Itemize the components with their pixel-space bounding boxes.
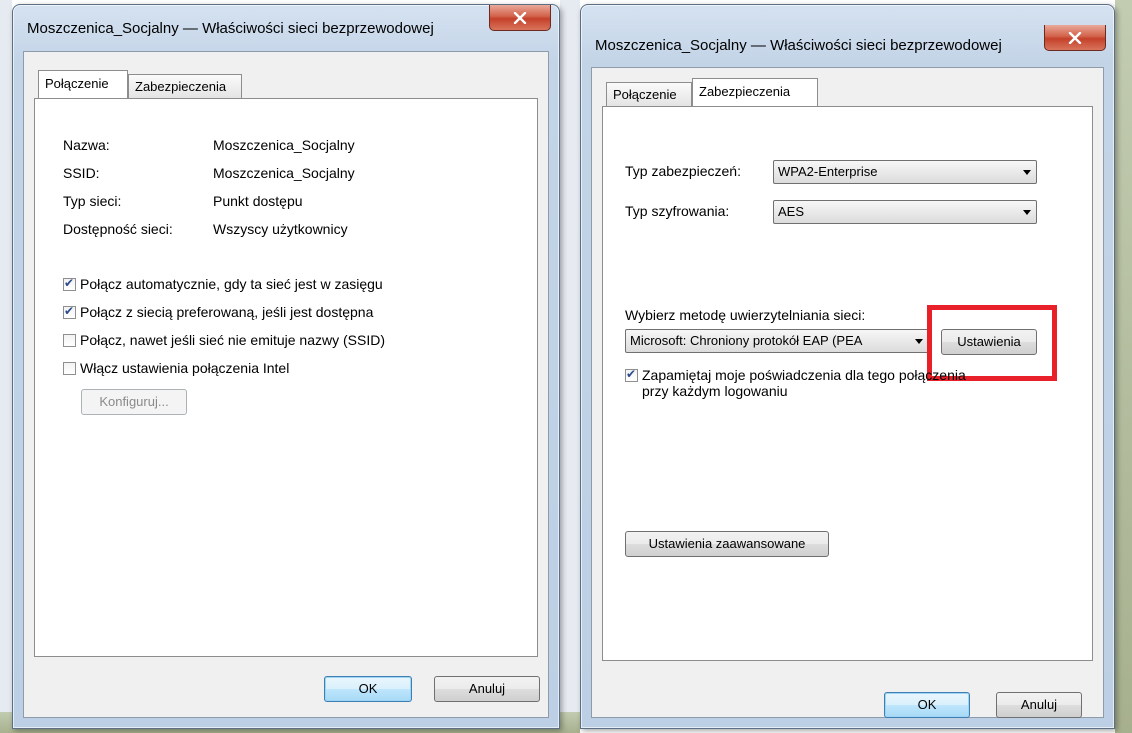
tab-panel-security: Typ zabezpieczeń: WPA2-Enterprise Typ sz… [602, 106, 1093, 661]
property-label-name: Nazwa: [63, 137, 110, 153]
configure-button[interactable]: Konfiguruj... [81, 389, 187, 415]
security-type-label: Typ zabezpieczeń: [625, 163, 741, 179]
security-type-value: WPA2-Enterprise [778, 164, 878, 179]
checkbox-label: Połącz, nawet jeśli sieć nie emituje naz… [80, 332, 386, 348]
encryption-type-dropdown[interactable]: AES [773, 200, 1037, 224]
property-value-availability: Wszyscy użytkownicy [213, 221, 348, 237]
dialog-client-area: Połączenie Zabezpieczenia Typ zabezpiecz… [591, 67, 1104, 718]
chevron-down-icon [1023, 170, 1031, 175]
property-label-availability: Dostępność sieci: [63, 221, 173, 237]
checkbox-box[interactable] [63, 361, 76, 375]
close-icon [1068, 31, 1082, 44]
property-value-name: Moszczenica_Socjalny [213, 137, 355, 153]
ok-button[interactable]: OK [324, 676, 412, 702]
checkbox-label-line1: Zapamiętaj moje poświadczenia dla tego p… [642, 367, 966, 383]
checkbox-prefer-network[interactable]: Połącz z siecią preferowaną, jeśli jest … [63, 304, 373, 320]
close-icon [513, 11, 527, 24]
background-window-left-edge [0, 0, 12, 733]
encryption-type-value: AES [778, 204, 805, 219]
checkbox-remember-credentials[interactable]: Zapamiętaj moje poświadczenia dla tego p… [625, 367, 966, 399]
checkbox-label-line2: przy każdym logowaniu [642, 383, 788, 399]
background-taskbar-right [1115, 0, 1132, 733]
checkbox-label: Włącz ustawienia połączenia Intel [80, 360, 290, 376]
dialog-client-area: Połączenie Zabezpieczenia Nazwa: Moszcze… [23, 51, 549, 718]
checkbox-box[interactable] [63, 333, 76, 347]
property-value-network-type: Punkt dostępu [213, 193, 303, 209]
property-label-ssid: SSID: [63, 165, 100, 181]
property-value-ssid: Moszczenica_Socjalny [213, 165, 355, 181]
encryption-type-label: Typ szyfrowania: [625, 203, 730, 219]
tab-connection[interactable]: Połączenie [606, 82, 692, 106]
ok-button[interactable]: OK [884, 692, 970, 718]
close-button[interactable] [1044, 25, 1106, 51]
wireless-properties-window-security: Moszczenica_Socjalny — Właściwości sieci… [580, 4, 1115, 729]
checkbox-box[interactable] [63, 276, 76, 291]
checkbox-box[interactable] [625, 367, 638, 382]
tab-panel-connection: Nazwa: Moszczenica_Socjalny SSID: Moszcz… [34, 98, 538, 657]
auth-method-label: Wybierz metodę uwierzytelniania sieci: [625, 307, 866, 323]
checkbox-auto-connect[interactable]: Połącz automatycznie, gdy ta sieć jest w… [63, 276, 383, 292]
checkbox-box[interactable] [63, 304, 76, 319]
checkbox-intel-settings[interactable]: Włącz ustawienia połączenia Intel [63, 360, 289, 376]
checkbox-label: Połącz automatycznie, gdy ta sieć jest w… [80, 276, 383, 292]
cancel-button[interactable]: Anuluj [996, 692, 1082, 718]
checkbox-connect-hidden-ssid[interactable]: Połącz, nawet jeśli sieć nie emituje naz… [63, 332, 385, 348]
auth-method-value: Microsoft: Chroniony protokół EAP (PEA [630, 333, 863, 348]
background-window-gap [560, 0, 580, 733]
security-type-dropdown[interactable]: WPA2-Enterprise [773, 160, 1037, 184]
cancel-button[interactable]: Anuluj [434, 676, 540, 702]
window-title: Moszczenica_Socjalny — Właściwości sieci… [595, 37, 1002, 54]
auth-method-dropdown[interactable]: Microsoft: Chroniony protokół EAP (PEA [625, 329, 929, 353]
advanced-settings-button[interactable]: Ustawienia zaawansowane [625, 531, 829, 557]
chevron-down-icon [1023, 210, 1031, 215]
close-button[interactable] [489, 5, 551, 31]
chevron-down-icon [915, 339, 923, 344]
window-title: Moszczenica_Socjalny — Właściwości sieci… [27, 20, 434, 37]
tab-connection[interactable]: Połączenie [38, 70, 128, 98]
checkbox-label: Połącz z siecią preferowaną, jeśli jest … [80, 304, 374, 320]
tab-security[interactable]: Zabezpieczenia [128, 74, 242, 98]
tab-security[interactable]: Zabezpieczenia [692, 78, 818, 106]
property-label-network-type: Typ sieci: [63, 193, 122, 209]
wireless-properties-window-connection: Moszczenica_Socjalny — Właściwości sieci… [12, 4, 560, 729]
checkbox-label: Zapamiętaj moje poświadczenia dla tego p… [642, 367, 966, 399]
